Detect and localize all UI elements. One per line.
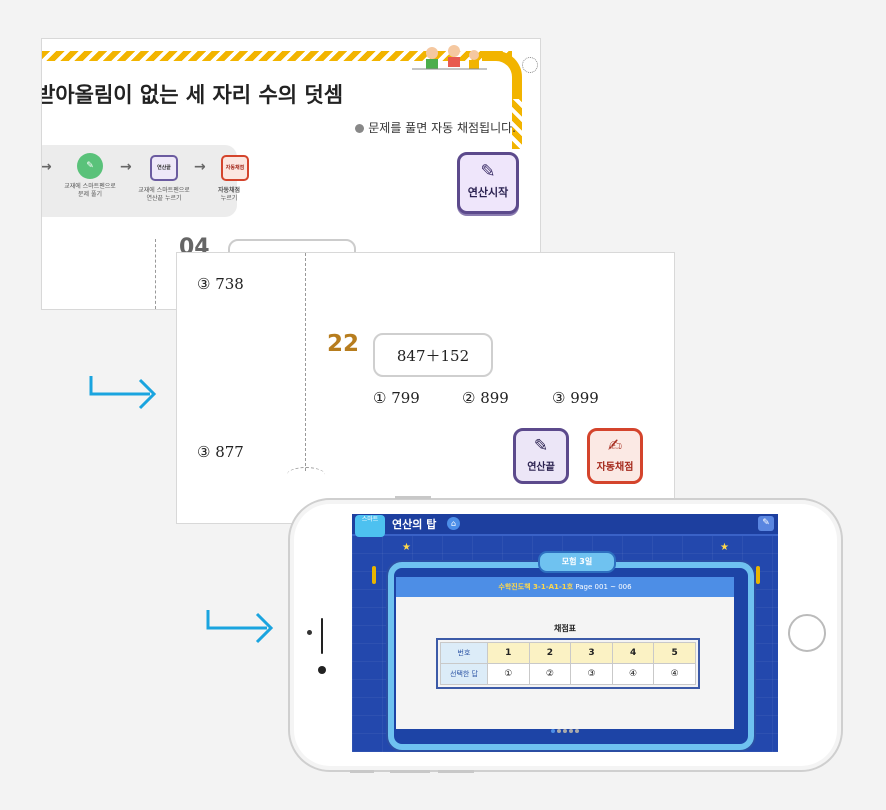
arrow-turn-right-icon — [89, 376, 157, 410]
torch-icon — [756, 566, 760, 584]
page-dot[interactable] — [551, 729, 555, 733]
smartpen-book-icon: ✎ — [77, 153, 103, 179]
step-line1: 교재에 스마트펜으로 — [64, 183, 116, 190]
children-illustration — [412, 45, 487, 70]
page-dot[interactable] — [563, 729, 567, 733]
question-number: 3 — [570, 642, 613, 664]
page-range: Page 001 ~ 006 — [575, 583, 632, 591]
start-calc-label: 연산시작 — [467, 186, 509, 199]
mini-auto-label: 자동채점 — [225, 165, 245, 171]
app-logo-icon[interactable]: 스마트 — [355, 515, 385, 537]
app-screen: 스마트 연산의 탑 ⌂ ✎ ★ ★ 모험 3일 수학진도책 3-1-A1-1호 … — [352, 514, 778, 752]
auto-grade-mini-icon: 자동채점 — [221, 155, 249, 181]
step-line1: 자동채점 — [217, 187, 241, 194]
torch-icon — [372, 566, 376, 584]
question-number: 4 — [611, 642, 655, 664]
step-line2: 누르기 — [220, 195, 238, 202]
table-row: 번호 1 2 3 4 5 — [440, 642, 696, 664]
book-code: 수학진도책 3-1-A1-1호 — [498, 583, 574, 591]
mini-end-label: 연산끝 — [157, 165, 171, 171]
edit-pencil-icon[interactable]: ✎ — [758, 516, 774, 531]
arrow-right-icon: → — [120, 159, 132, 175]
selected-answer: ③ — [570, 663, 613, 685]
end-calc-label: 연산끝 — [527, 462, 555, 473]
book-page-bar: 수학진도책 3-1-A1-1호 Page 001 ~ 006 — [396, 577, 734, 597]
divider-brace — [287, 467, 325, 482]
start-calc-button[interactable]: ✎ 연산시작 — [457, 152, 519, 214]
home-icon[interactable]: ⌂ — [447, 517, 460, 530]
row-header-answer: 선택한 답 — [440, 663, 488, 685]
question-number: 1 — [487, 642, 530, 664]
previous-answer-b: ③ 877 — [197, 443, 244, 461]
earpiece-speaker — [321, 618, 323, 654]
star-icon: ★ — [402, 542, 411, 553]
settings-gear-icon[interactable] — [522, 57, 538, 73]
selected-answer: ④ — [653, 663, 696, 685]
page-dot[interactable] — [575, 729, 579, 733]
lesson-title: 받아올림이 없는 세 자리 수의 덧셈 — [41, 83, 344, 107]
usage-steps: → ✎ 교재에 스마트펜으로 문제 풀기 → 연산끝 교재에 스마트펜으로 연산… — [41, 145, 249, 217]
choice-1[interactable]: ① 799 — [373, 389, 420, 407]
score-panel: 채점표 번호 1 2 3 4 5 선택한 답 ① ② ③ ④ ④ — [396, 597, 734, 733]
column-divider — [155, 239, 156, 309]
end-button-mini-icon: 연산끝 — [150, 155, 178, 181]
question-number: 2 — [528, 642, 572, 664]
question-number: 5 — [653, 642, 696, 664]
page-indicator[interactable] — [396, 718, 734, 737]
pencil-icon: ✎ — [480, 161, 496, 182]
column-divider — [305, 253, 306, 471]
arrow-right-icon: → — [41, 159, 52, 175]
score-table: 번호 1 2 3 4 5 선택한 답 ① ② ③ ④ ④ — [436, 638, 700, 689]
page-dot[interactable] — [557, 729, 561, 733]
side-button — [390, 770, 430, 773]
page-dot[interactable] — [569, 729, 573, 733]
star-icon: ★ — [720, 542, 729, 553]
app-top-bar: 스마트 연산의 탑 ⌂ ✎ — [352, 514, 778, 537]
problem-card: ③ 738 ③ 877 22 847＋152 ① 799 ② 899 ③ 999… — [176, 252, 675, 524]
side-button — [350, 770, 374, 773]
end-calc-button[interactable]: ✎ 연산끝 — [513, 428, 569, 484]
previous-answer-a: ③ 738 — [197, 275, 244, 293]
arrow-turn-right-icon — [206, 610, 274, 644]
adventure-day-ribbon: 모험 3일 — [538, 551, 616, 573]
bullet-icon — [355, 124, 365, 133]
app-title: 연산의 탑 — [392, 518, 437, 531]
step-auto: 자동채점 자동채점 누르기 — [183, 153, 249, 203]
expression-box: 847＋152 — [373, 333, 493, 377]
row-header-number: 번호 — [440, 642, 488, 664]
problem-number: 22 — [327, 331, 360, 357]
volume-button — [395, 496, 431, 499]
auto-grade-button[interactable]: ✍ 자동채점 — [587, 428, 643, 484]
step-line2: 문제 풀기 — [78, 191, 102, 198]
selected-answer: ④ — [611, 663, 655, 685]
notepad-icon: ✍ — [607, 436, 623, 456]
front-camera-icon — [307, 630, 312, 635]
table-row: 선택한 답 ① ② ③ ④ ④ — [440, 663, 696, 685]
app-logo-text: 스마트 — [361, 516, 379, 523]
selected-answer: ② — [528, 663, 572, 685]
side-button — [438, 770, 474, 773]
selected-answer: ① — [487, 663, 530, 685]
choice-2[interactable]: ② 899 — [462, 389, 509, 407]
choice-3[interactable]: ③ 999 — [552, 389, 599, 407]
auto-grading-notice: 문제를 풀면 자동 채점됩니다. — [355, 119, 516, 136]
home-button[interactable] — [788, 614, 826, 652]
notice-text: 문제를 풀면 자동 채점됩니다. — [368, 121, 516, 135]
score-table-title: 채점표 — [553, 624, 577, 633]
sensor-dot — [318, 666, 326, 674]
smartphone-mockup: 스마트 연산의 탑 ⌂ ✎ ★ ★ 모험 3일 수학진도책 3-1-A1-1호 … — [288, 496, 843, 773]
pencil-icon: ✎ — [533, 436, 549, 456]
step-solve: ✎ 교재에 스마트펜으로 문제 풀기 — [58, 153, 122, 199]
auto-grade-label: 자동채점 — [596, 462, 634, 473]
